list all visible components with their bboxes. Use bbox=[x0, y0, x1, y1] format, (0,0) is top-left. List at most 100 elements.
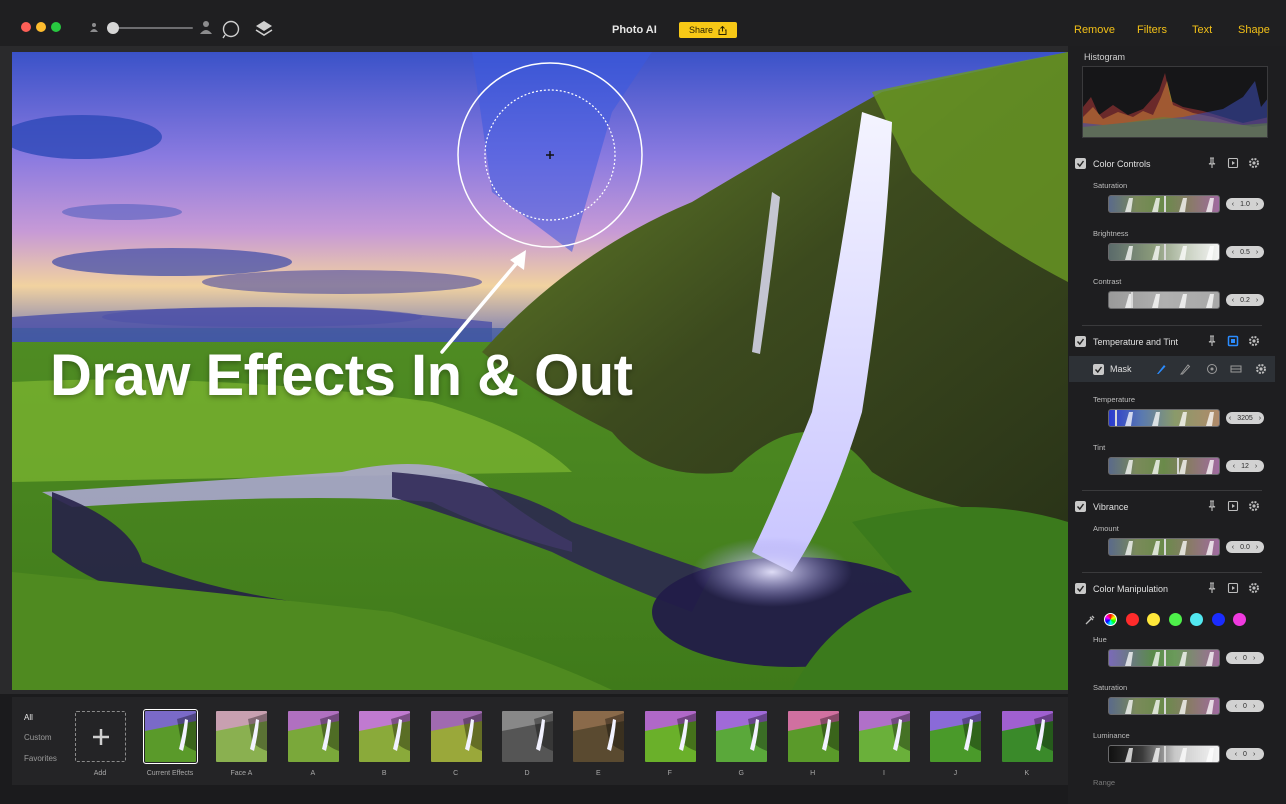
category-favorites[interactable]: Favorites bbox=[24, 754, 57, 763]
decrement-icon[interactable]: ‹ bbox=[1232, 249, 1234, 256]
color-swatch[interactable] bbox=[1168, 613, 1182, 626]
luminance-slider-handle[interactable] bbox=[1164, 746, 1166, 762]
decrement-icon[interactable]: ‹ bbox=[1232, 544, 1234, 551]
nav-shape[interactable]: Shape bbox=[1238, 24, 1270, 36]
tint-value[interactable]: 12 bbox=[1241, 463, 1249, 470]
vibrance-amount-slider[interactable] bbox=[1108, 538, 1220, 556]
mask-settings-gear-icon[interactable] bbox=[1255, 363, 1267, 375]
editing-canvas[interactable]: Draw Effects In & Out bbox=[12, 52, 1068, 690]
brush-size-large-icon[interactable] bbox=[199, 20, 213, 34]
cm-saturation-value[interactable]: 0 bbox=[1243, 703, 1247, 710]
decrement-icon[interactable]: ‹ bbox=[1235, 751, 1237, 758]
saturation-slider[interactable] bbox=[1108, 195, 1220, 213]
vibrance-amount-slider-handle[interactable] bbox=[1164, 539, 1166, 555]
radial-mask-icon[interactable] bbox=[1206, 363, 1218, 375]
tint-slider-handle[interactable] bbox=[1177, 458, 1179, 474]
temperature-slider-handle[interactable] bbox=[1115, 410, 1117, 426]
color-swatch[interactable] bbox=[1126, 613, 1139, 626]
brightness-value-stepper[interactable]: ‹ 0.5 › bbox=[1226, 246, 1264, 258]
increment-icon[interactable]: › bbox=[1259, 415, 1261, 422]
cm-saturation-value-stepper[interactable]: ‹ 0 › bbox=[1226, 700, 1264, 712]
increment-icon[interactable]: › bbox=[1256, 249, 1258, 256]
nav-text[interactable]: Text bbox=[1192, 24, 1212, 36]
contrast-slider[interactable] bbox=[1108, 291, 1220, 309]
saturation-value[interactable]: 1.0 bbox=[1240, 201, 1250, 208]
decrement-icon[interactable]: ‹ bbox=[1233, 463, 1235, 470]
linear-mask-icon[interactable] bbox=[1230, 363, 1242, 375]
color-controls-reset-icon[interactable] bbox=[1227, 157, 1239, 169]
increment-icon[interactable]: › bbox=[1256, 297, 1258, 304]
preset-thumbnail[interactable] bbox=[502, 711, 553, 762]
increment-icon[interactable]: › bbox=[1253, 751, 1255, 758]
lasso-icon[interactable] bbox=[221, 19, 241, 39]
decrement-icon[interactable]: ‹ bbox=[1229, 415, 1231, 422]
hue-value[interactable]: 0 bbox=[1243, 655, 1247, 662]
decrement-icon[interactable]: ‹ bbox=[1232, 201, 1234, 208]
preset-thumbnail[interactable] bbox=[859, 711, 910, 762]
hue-slider-handle[interactable] bbox=[1164, 650, 1166, 666]
close-window-button[interactable] bbox=[21, 22, 31, 32]
increment-icon[interactable]: › bbox=[1256, 201, 1258, 208]
brush-size-slider-knob[interactable] bbox=[107, 22, 119, 34]
eyedropper-icon[interactable] bbox=[1084, 614, 1096, 626]
color-controls-pin-icon[interactable] bbox=[1206, 157, 1218, 169]
color-controls-gear-icon[interactable] bbox=[1248, 157, 1260, 169]
decrement-icon[interactable]: ‹ bbox=[1235, 655, 1237, 662]
color-manipulation-checkbox[interactable] bbox=[1075, 583, 1086, 594]
decrement-icon[interactable]: ‹ bbox=[1232, 297, 1234, 304]
increment-icon[interactable]: › bbox=[1253, 655, 1255, 662]
contrast-slider-handle[interactable] bbox=[1131, 292, 1133, 308]
increment-icon[interactable]: › bbox=[1255, 463, 1257, 470]
brightness-slider-handle[interactable] bbox=[1164, 244, 1166, 260]
contrast-value[interactable]: 0.2 bbox=[1240, 297, 1250, 304]
saturation-value-stepper[interactable]: ‹ 1.0 › bbox=[1226, 198, 1264, 210]
cm-saturation-slider[interactable] bbox=[1108, 697, 1220, 715]
color-manipulation-pin-icon[interactable] bbox=[1206, 582, 1218, 594]
temperature-slider[interactable] bbox=[1108, 409, 1220, 427]
preset-thumbnail[interactable] bbox=[359, 711, 411, 762]
temperature-tint-checkbox[interactable] bbox=[1075, 336, 1086, 347]
vibrance-amount-value[interactable]: 0.0 bbox=[1240, 544, 1250, 551]
vibrance-checkbox[interactable] bbox=[1075, 501, 1086, 512]
tint-value-stepper[interactable]: ‹ 12 › bbox=[1226, 460, 1264, 472]
brush-size-slider-track[interactable] bbox=[107, 27, 193, 29]
brightness-slider[interactable] bbox=[1108, 243, 1220, 261]
brush-tool-icon[interactable] bbox=[1155, 363, 1167, 375]
preset-thumbnail[interactable] bbox=[287, 711, 339, 762]
increment-icon[interactable]: › bbox=[1256, 544, 1258, 551]
layers-icon[interactable] bbox=[254, 19, 274, 39]
preset-thumbnail[interactable] bbox=[216, 711, 268, 762]
zoom-window-button[interactable] bbox=[51, 22, 61, 32]
brightness-value[interactable]: 0.5 bbox=[1240, 249, 1250, 256]
color-swatch[interactable] bbox=[1233, 613, 1246, 626]
color-swatch[interactable] bbox=[1211, 613, 1225, 626]
mask-checkbox[interactable] bbox=[1093, 364, 1104, 375]
luminance-value[interactable]: 0 bbox=[1243, 751, 1247, 758]
vibrance-gear-icon[interactable] bbox=[1248, 500, 1260, 512]
category-custom[interactable]: Custom bbox=[24, 733, 52, 742]
hue-value-stepper[interactable]: ‹ 0 › bbox=[1226, 652, 1264, 664]
luminance-slider[interactable] bbox=[1108, 745, 1220, 763]
hue-slider[interactable] bbox=[1108, 649, 1220, 667]
tint-slider[interactable] bbox=[1108, 457, 1220, 475]
preset-thumbnail[interactable] bbox=[716, 711, 768, 762]
all-colors-swatch[interactable] bbox=[1104, 613, 1117, 626]
vibrance-amount-value-stepper[interactable]: ‹ 0.0 › bbox=[1226, 541, 1264, 553]
increment-icon[interactable]: › bbox=[1253, 703, 1255, 710]
nav-filters[interactable]: Filters bbox=[1137, 24, 1167, 36]
share-button[interactable]: Share bbox=[679, 22, 737, 38]
saturation-slider-handle[interactable] bbox=[1164, 196, 1166, 212]
temperature-value-stepper[interactable]: ‹ 3205 › bbox=[1226, 412, 1264, 424]
color-controls-checkbox[interactable] bbox=[1075, 158, 1086, 169]
vibrance-pin-icon[interactable] bbox=[1206, 500, 1218, 512]
vibrance-reset-icon[interactable] bbox=[1227, 500, 1239, 512]
contrast-value-stepper[interactable]: ‹ 0.2 › bbox=[1226, 294, 1264, 306]
preset-thumbnail[interactable] bbox=[930, 711, 982, 762]
temperature-tint-gear-icon[interactable] bbox=[1248, 335, 1260, 347]
preset-thumbnail[interactable] bbox=[430, 711, 482, 762]
color-manipulation-gear-icon[interactable] bbox=[1248, 582, 1260, 594]
eraser-brush-icon[interactable] bbox=[1179, 363, 1191, 375]
temperature-tint-pin-icon[interactable] bbox=[1206, 335, 1218, 347]
cm-saturation-slider-handle[interactable] bbox=[1164, 698, 1166, 714]
temperature-value[interactable]: 3205 bbox=[1237, 415, 1253, 422]
